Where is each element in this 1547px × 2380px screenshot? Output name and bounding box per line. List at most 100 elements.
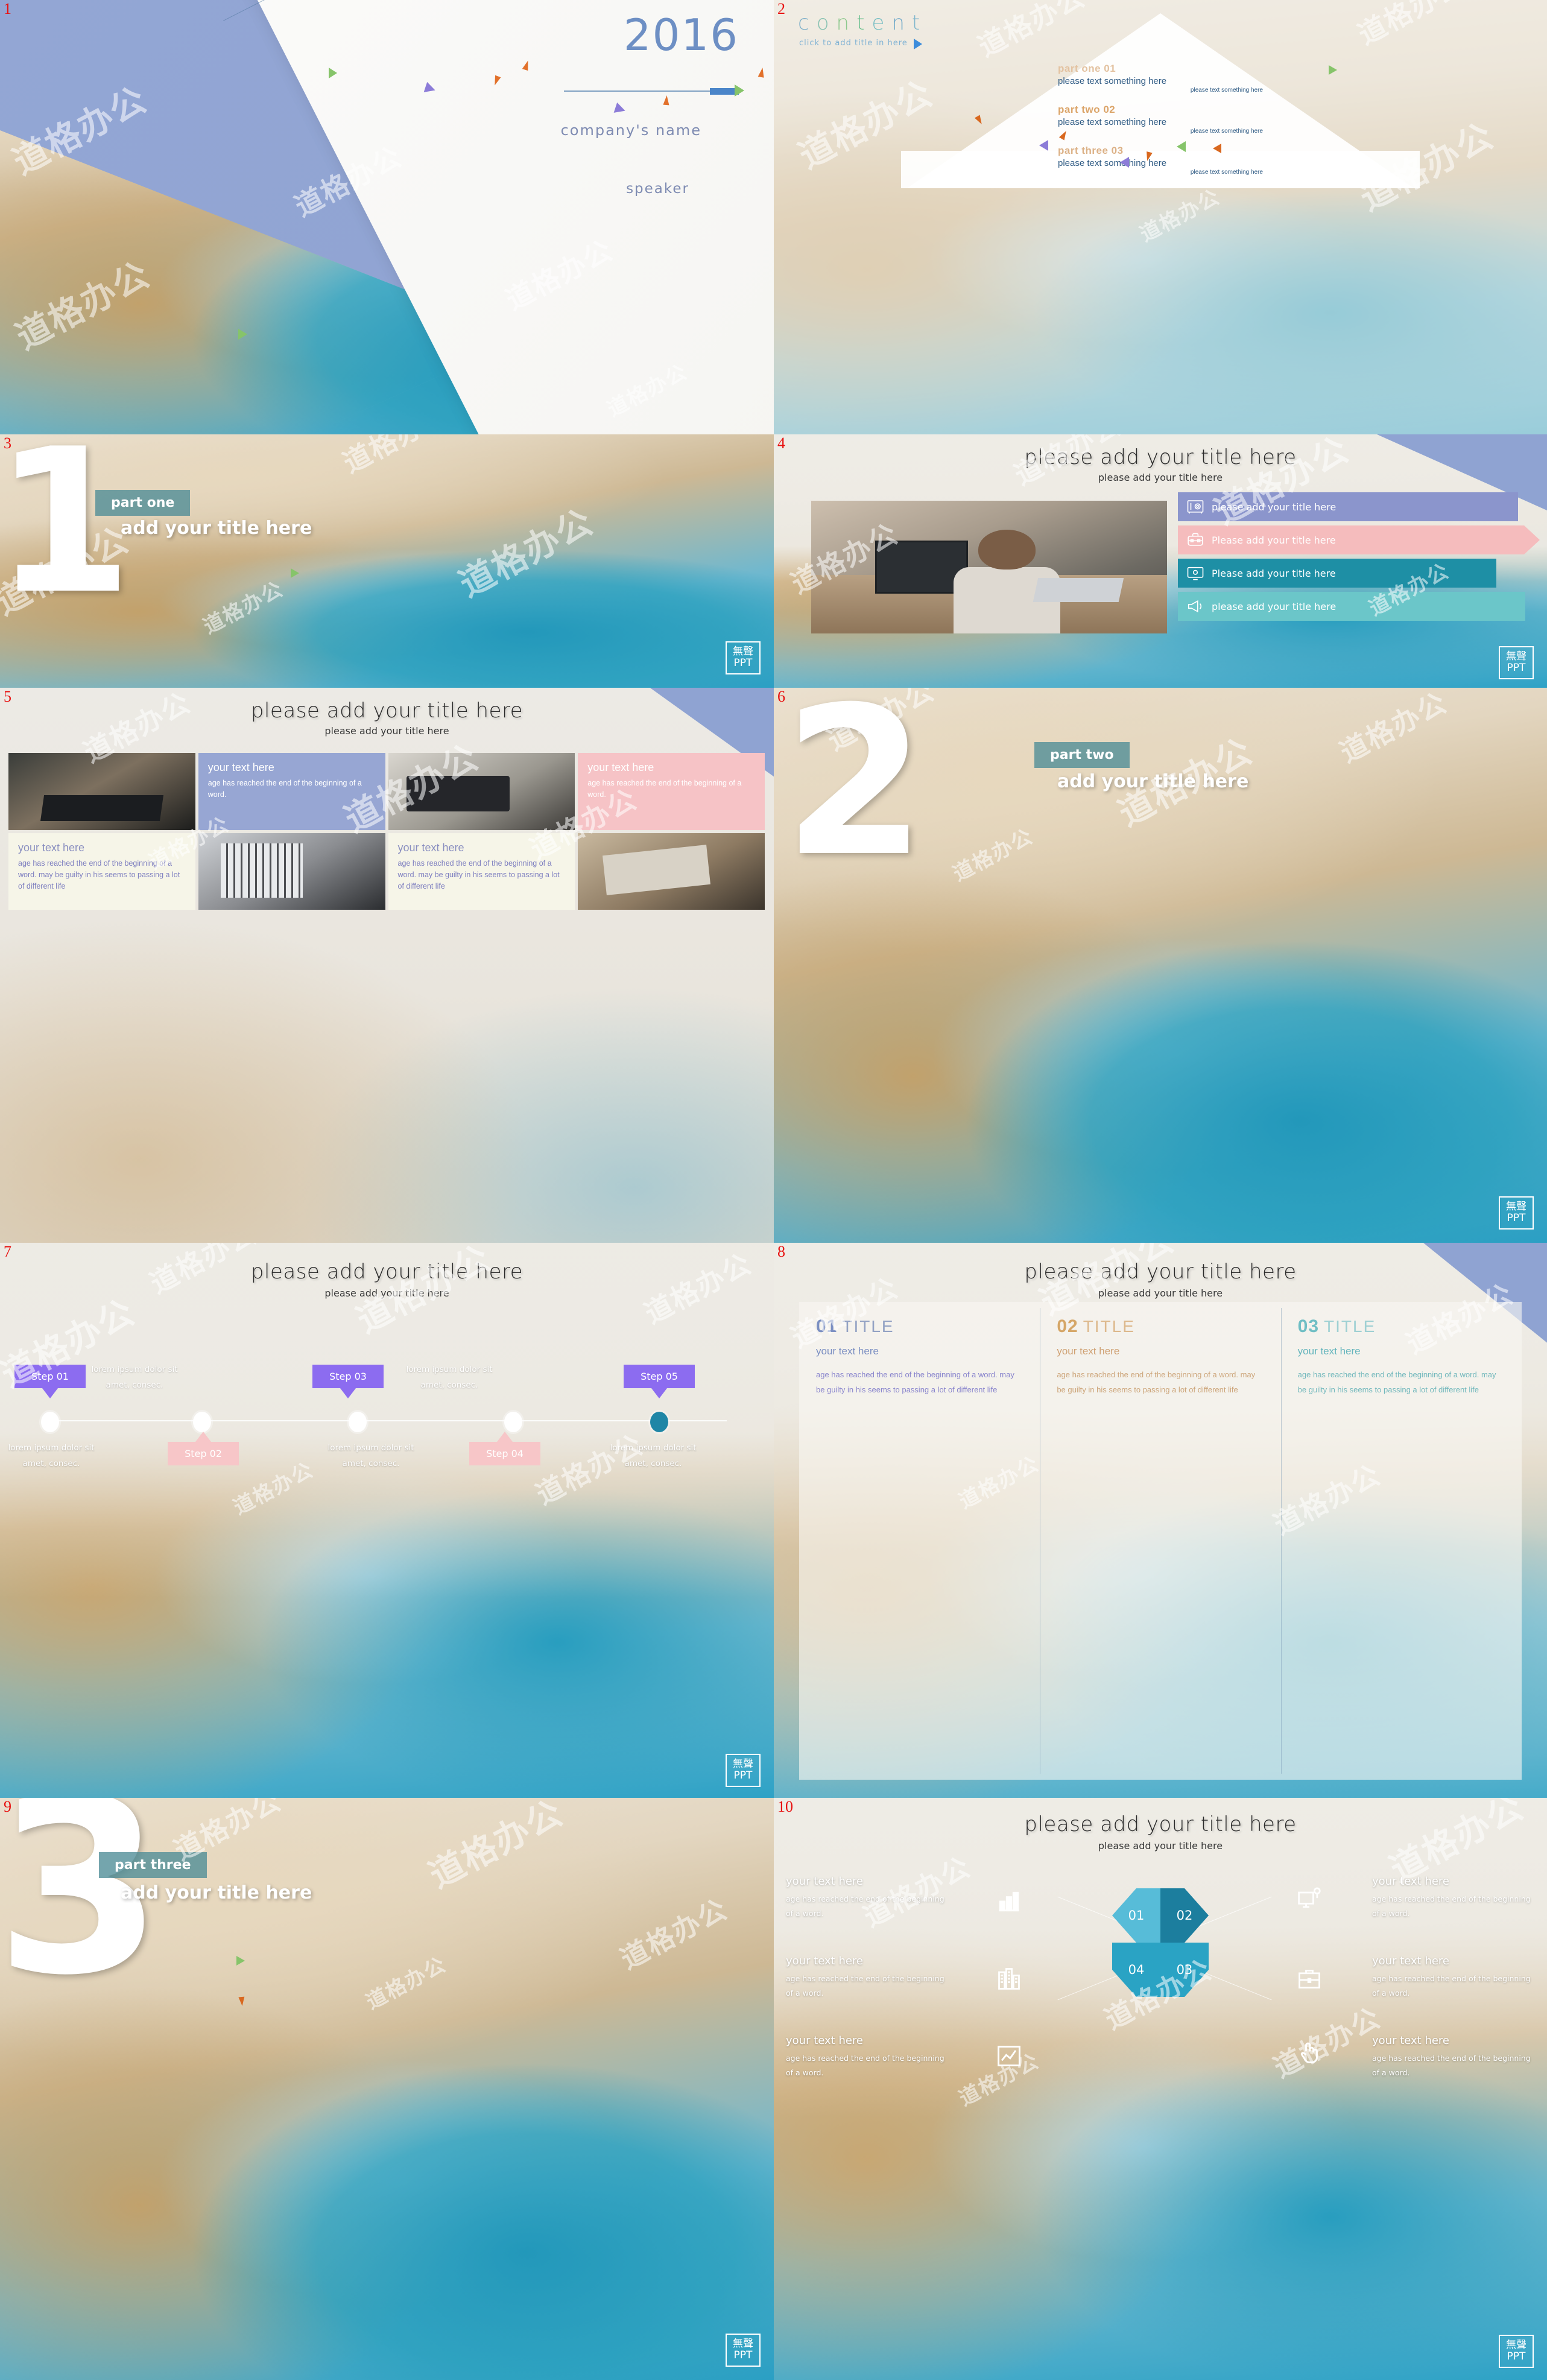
slide-2-content[interactable]: content click to add title in here part … [774,0,1547,434]
monitor-icon [1186,564,1204,582]
briefcase-icon [1186,531,1204,549]
grid-text-cell[interactable]: your text here age has reached the end o… [8,833,195,910]
grid-photo-laptop-typing [8,753,195,830]
slide-number: 6 [777,688,785,705]
info-item-title: your text here [786,2034,864,2047]
cell-title: your text here [207,761,274,773]
slide-number: 9 [4,1798,11,1815]
info-item-right-3[interactable]: your text here age has reached the end o… [1372,2034,1535,2081]
icon-bar-4[interactable]: please add your title here [1178,592,1525,621]
slide-8-three-columns[interactable]: please add your title here please add yo… [774,1243,1547,1798]
grid-text-cell[interactable]: your text here age has reached the end o… [388,833,575,910]
slide-number: 8 [777,1243,785,1260]
column-3[interactable]: 03 TITLE your text here age has reached t… [1280,1302,1522,1780]
content-title-letter: n [891,11,912,35]
info-item-right-2[interactable]: your text here age has reached the end o… [1372,1955,1535,2001]
list-item[interactable]: part one 01 please text something here p… [1058,63,1263,94]
slide-1-cover[interactable]: 2016 company's name speaker 道格办公 道格办公 道格… [0,0,774,434]
line-chart-icon [996,2043,1022,2069]
step-marker-4[interactable]: Step 04 [469,1432,540,1465]
hand-click-icon [1296,2039,1323,2066]
content-subtitle: click to add title in here [799,39,908,48]
slide-number: 7 [4,1243,11,1260]
confetti-triangle-orange-4 [1213,144,1221,153]
column-2[interactable]: 02 TITLE your text here age has reached t… [1040,1302,1280,1780]
timeline-axis [47,1420,727,1421]
icon-bar-2[interactable]: Please add your title here [1178,525,1540,554]
step-marker-2[interactable]: Step 02 [168,1432,239,1465]
page-title: please add your title here [1024,1812,1297,1836]
badge-line-2: PPT [733,2349,753,2362]
page-title: please add your title here [250,699,524,723]
grid-text-cell[interactable]: your text here age has reached the end o… [198,753,385,830]
slide-6-section-two[interactable]: 2 part two add your title here 無聲 PPT 道格… [774,688,1547,1243]
timeline-dot [41,1412,59,1432]
safe-icon [1186,498,1204,516]
hexagon-quadrant-04[interactable]: 04 [1112,1943,1160,1997]
page-title: please add your title here [250,1260,524,1284]
slide-5-photo-grid[interactable]: please add your title here please add yo… [0,688,774,1243]
slide-9-section-three[interactable]: 3 part three add your title here 無聲 PPT … [0,1798,774,2380]
slide-7-steps-timeline[interactable]: please add your title here please add yo… [0,1243,774,1798]
list-item[interactable]: part three 03 please text something here… [1058,145,1263,176]
grid-text-cell[interactable]: your text here age has reached the end o… [578,753,765,830]
slide-thumbnail-sheet: 2016 company's name speaker 道格办公 道格办公 道格… [0,0,1547,2380]
slide-3-section-one[interactable]: 1 part one add your title here 無聲 PPT 道格… [0,434,774,688]
confetti-triangle-green-2 [1329,65,1337,75]
content-title-letter: t [911,11,928,35]
grid-photo-office-meeting [198,833,385,910]
confetti-triangle-purple-1 [1039,140,1048,151]
section-tag: part one [95,490,191,516]
content-title-letter: n [836,11,857,35]
slide-number: 3 [4,434,11,452]
cell-body: age has reached the end of the beginning… [397,858,560,891]
info-item-right-1[interactable]: your text here age has reached the end o… [1372,1875,1535,1921]
list-item[interactable]: part two 02 please text something here p… [1058,104,1263,135]
step-marker-5[interactable]: Step 05 [624,1365,695,1398]
slide-number: 4 [777,434,785,452]
info-item-title: your text here [1372,2034,1450,2047]
info-item-title: your text here [786,1955,864,1967]
hexagon-quadrant-03[interactable]: 03 [1160,1943,1209,1997]
timeline-dot [349,1412,367,1432]
column-number: 01 [816,1316,838,1336]
slide-4-icon-bars[interactable]: please add your title here please add yo… [774,434,1547,688]
page-subtitle: please add your title here [1098,1840,1223,1852]
play-arrow-icon[interactable] [914,39,922,49]
info-item-left-3[interactable]: your text here age has reached the end o… [786,2034,949,2081]
silent-ppt-badge: 無聲 PPT [726,1753,761,1787]
content-title-letter: o [816,11,837,35]
icon-bar-label: please add your title here [1212,600,1337,612]
icon-bar-1[interactable]: please add your title here [1178,492,1518,521]
badge-line-2: PPT [1507,2350,1526,2363]
confetti-triangle-green-1 [1177,141,1186,152]
step-marker-1[interactable]: Step 01 [14,1365,86,1398]
step-caption-4: lorem ipsum dolor sit amet, consec. [406,1365,493,1390]
section-tag: part three [99,1852,207,1878]
info-item-body: age has reached the end of the beginning… [786,1894,944,1918]
buildings-icon [996,1966,1022,1992]
section-tag: part two [1034,742,1130,768]
slide-number: 5 [4,688,11,705]
content-title-letter: t [856,11,872,35]
hexagon-diagram: 01 02 03 04 [1112,1888,1209,1997]
hexagon-quadrant-01[interactable]: 01 [1112,1888,1160,1943]
step-caption-1: lorem ipsum dolor sit amet, consec. [91,1365,178,1390]
content-item-line2: please text something here [1190,128,1263,135]
info-item-title: your text here [1372,1955,1450,1967]
content-item-key: part three 03 [1058,145,1124,156]
page-subtitle: please add your title here [324,1287,449,1299]
column-1[interactable]: 01 TITLE your text here age has reached t… [799,1302,1040,1780]
slide-10-hexagon-infographic[interactable]: please add your title here please add yo… [774,1798,1547,2380]
content-item-line1: please text something here [1058,117,1167,127]
slide-light-overlay [0,1243,774,1798]
step-caption-2: lorem ipsum dolor sit amet, consec. [8,1443,95,1468]
info-item-left-2[interactable]: your text here age has reached the end o… [786,1955,949,2001]
info-item-left-1[interactable]: your text here age has reached the end o… [786,1875,949,1921]
badge-line-2: PPT [733,657,753,670]
hexagon-quadrant-02[interactable]: 02 [1160,1888,1209,1943]
icon-bar-3[interactable]: Please add your title here [1178,559,1496,588]
step-marker-3[interactable]: Step 03 [312,1365,384,1398]
cell-title: your text here [397,841,464,854]
page-title: please add your title here [1024,1260,1297,1284]
